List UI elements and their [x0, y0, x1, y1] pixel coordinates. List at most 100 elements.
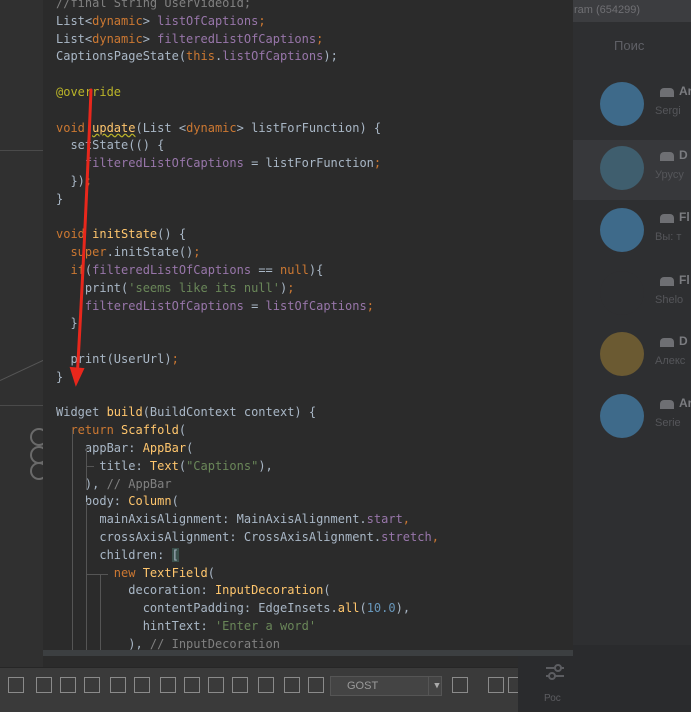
code-line: CaptionsPageState(this.listOfCaptions); — [56, 47, 338, 65]
code-token: [ — [171, 547, 179, 562]
code-token: listOfCaptions — [157, 13, 259, 28]
code-line: filteredListOfCaptions = listOfCaptions; — [56, 297, 374, 315]
code-token: children: — [56, 547, 172, 562]
code-token: ), — [395, 601, 411, 616]
code-line: mainAxisAlignment: MainAxisAlignment.sta… — [56, 510, 410, 528]
code-token: = — [243, 298, 266, 313]
code-token: () { — [157, 227, 187, 242]
code-line: @override — [56, 83, 121, 101]
indent-guide — [86, 502, 87, 653]
code-token: AppBar — [142, 441, 187, 455]
toolbar-tool-icon[interactable] — [36, 677, 52, 693]
code-token: (List < — [135, 120, 187, 135]
code-token: ( — [186, 441, 194, 455]
toolbar-tool-icon[interactable] — [134, 677, 150, 693]
code-token: TextField — [142, 565, 208, 580]
toolbar-tool-icon[interactable] — [284, 677, 300, 693]
code-token: void — [56, 227, 93, 242]
canvas-line — [0, 354, 43, 381]
toolbar-tool-icon[interactable] — [84, 677, 100, 693]
code-token: void — [56, 120, 93, 135]
code-token: List< — [56, 31, 93, 46]
canvas-line — [0, 150, 43, 151]
code-token: filteredListOfCaptions — [157, 31, 317, 46]
code-token: List< — [56, 13, 93, 28]
code-line: super.initState(); — [56, 243, 200, 261]
code-token: , — [431, 530, 439, 544]
toolbar-tool-icon[interactable] — [184, 677, 200, 693]
code-token: CaptionsPageState( — [56, 49, 187, 64]
code-line: print('seems like its null'); — [56, 279, 295, 297]
canvas-shape — [30, 428, 43, 446]
code-line: } — [56, 368, 63, 386]
toolbar-tool-icon[interactable] — [308, 677, 324, 693]
code-token: update — [92, 120, 136, 135]
toolbar-tool-icon[interactable] — [110, 677, 126, 693]
code-token: 'seems like its null' — [128, 280, 280, 295]
toolbar-tool-icon[interactable] — [488, 677, 504, 693]
code-token: ), — [258, 458, 273, 473]
group-icon — [660, 338, 674, 347]
code-line: decoration: InputDecoration( — [56, 581, 331, 599]
code-token: ( — [178, 423, 187, 438]
group-icon — [660, 214, 674, 223]
indent-guide — [86, 466, 94, 467]
code-token: > — [142, 31, 158, 46]
code-editor[interactable]: //final String UserVideoId; List<dynamic>… — [43, 0, 573, 653]
chat-name: D — [679, 148, 688, 162]
code-token: body: — [56, 494, 129, 509]
code-line: setState(() { — [56, 136, 164, 154]
toolbar-tool-icon[interactable] — [60, 677, 76, 693]
standard-select[interactable]: GOST — [330, 676, 442, 696]
indent-guide — [86, 574, 108, 575]
code-token: decoration: — [56, 583, 215, 598]
code-token: filteredListOfCaptions — [84, 298, 244, 313]
chat-preview: Вы: т — [655, 231, 682, 243]
code-line: print(UserUrl); — [56, 350, 179, 368]
settings-sliders-icon[interactable] — [544, 663, 566, 681]
avatar — [600, 146, 644, 190]
code-token: ; — [171, 352, 179, 366]
chevron-down-icon[interactable]: ▼ — [428, 676, 445, 696]
code-token: ( — [171, 494, 179, 509]
editor-horizontal-scrollbar[interactable] — [43, 650, 573, 656]
code-line: List<dynamic> filteredListOfCaptions; — [56, 30, 323, 48]
code-token: @override — [56, 85, 122, 99]
toolbar-tool-icon[interactable] — [258, 677, 274, 693]
code-token: ; — [316, 31, 324, 46]
code-token: hintText: — [56, 619, 215, 633]
toolbar-tool-icon[interactable] — [8, 677, 24, 693]
code-line: contentPadding: EdgeInsets.all(10.0), — [56, 599, 410, 617]
chat-name: Ar — [679, 396, 691, 410]
toolbar-tool-icon[interactable] — [208, 677, 224, 693]
code-token: == — [251, 263, 280, 277]
search-input[interactable]: Поис — [614, 38, 644, 53]
toolbar-tool-icon[interactable] — [160, 677, 176, 693]
code-line: crossAxisAlignment: CrossAxisAlignment.s… — [56, 528, 439, 546]
indent-guide — [72, 430, 73, 653]
chat-preview: Sergi — [655, 105, 681, 117]
code-token: ; — [287, 280, 295, 295]
background-canvas — [0, 0, 43, 711]
code-token: build — [106, 405, 143, 420]
group-icon — [660, 152, 674, 161]
code-token: ; — [258, 13, 266, 28]
code-token: ( — [207, 565, 215, 580]
sidebar-bottom-label: Рос — [544, 693, 561, 704]
code-token: ; — [84, 174, 93, 188]
group-icon — [660, 88, 674, 97]
code-token: , — [402, 512, 411, 527]
code-token: ), — [56, 476, 107, 491]
code-token: Column — [128, 494, 172, 509]
code-token: if — [70, 263, 85, 277]
code-line: Widget build(BuildContext context) { — [56, 403, 316, 421]
indent-guide — [100, 574, 101, 653]
code-token: ( — [323, 583, 331, 598]
code-token: contentPadding: EdgeInsets. — [56, 601, 338, 616]
indent-guide — [86, 448, 87, 490]
design-toolbar: GOST ▼ — [0, 667, 524, 712]
code-token: appBar: — [56, 441, 143, 455]
toolbar-tool-icon[interactable] — [452, 677, 468, 693]
toolbar-tool-icon[interactable] — [232, 677, 248, 693]
